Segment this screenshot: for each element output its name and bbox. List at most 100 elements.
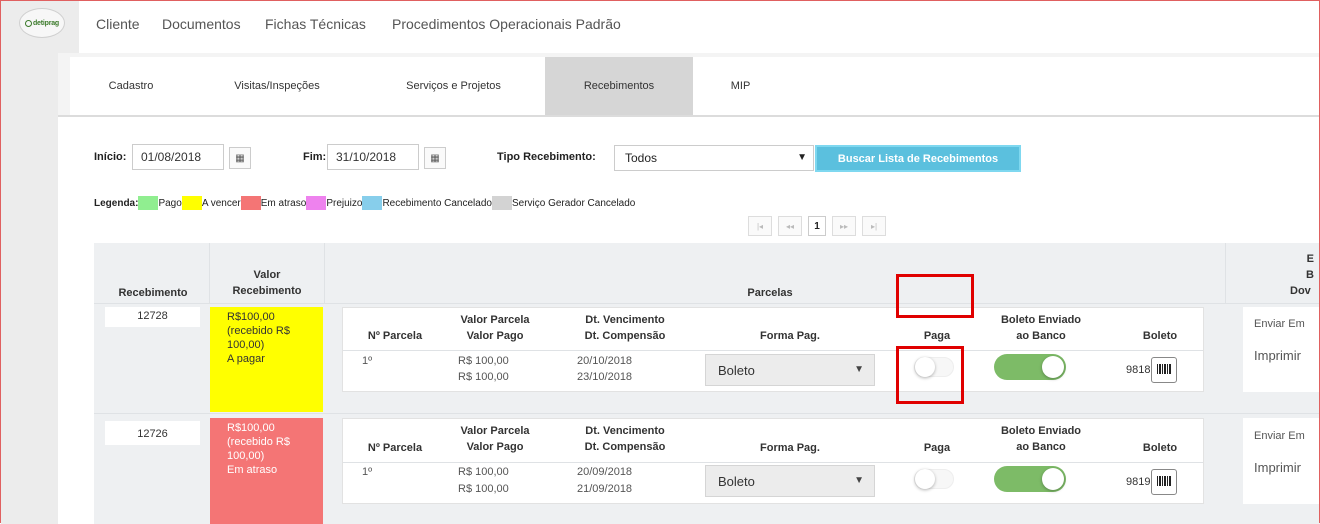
barcode-icon [1151, 357, 1178, 383]
tipo-recebimento-label: Tipo Recebimento: [497, 151, 596, 163]
toggle-knob [915, 469, 935, 489]
tipo-recebimento-select[interactable]: Todos ▼ [614, 145, 814, 171]
inicio-date-input[interactable]: 01/08/2018 [132, 144, 224, 170]
forma-pagamento-value: Boleto [718, 473, 755, 489]
header-valor-line2: Recebimento [232, 285, 302, 297]
inner-header-dt-line2: Dt. Compensão [584, 330, 666, 342]
recebimento-id: 12728 [105, 307, 200, 327]
buscar-recebimentos-button[interactable]: Buscar Lista de Recebimentos [815, 145, 1021, 172]
fim-date-input[interactable]: 31/10/2018 [327, 144, 419, 170]
legend-label-em-atraso: Em atraso [260, 197, 307, 209]
dt-vencimento: 20/09/2018 [577, 466, 633, 478]
valor-pago: R$ 100,00 [458, 371, 509, 383]
parcela-number: 1º [362, 466, 373, 478]
inner-header-divider [343, 350, 1203, 351]
inner-header-valor-line2: Valor Pago [466, 441, 524, 453]
pagination: |◂ ◂◂ 1 ▸▸ ▸| [748, 216, 886, 238]
logo[interactable]: detiprag [19, 8, 65, 38]
inner-header-forma: Forma Pag. [760, 442, 820, 454]
status-text: Em atraso [227, 464, 278, 476]
inner-header-forma: Forma Pag. [760, 330, 820, 342]
tab-recebimentos[interactable]: Recebimentos [545, 57, 693, 115]
tab-servicos-projetos[interactable]: Serviços e Projetos [362, 57, 545, 115]
boleto-link[interactable]: 9819 [1126, 469, 1178, 495]
chevron-down-icon: ▼ [854, 475, 864, 486]
valor-parcela: R$ 100,00 [458, 355, 509, 367]
legend-title: Legenda: [94, 197, 139, 209]
last-page-button[interactable]: ▸| [862, 216, 886, 236]
header-divider [94, 303, 1320, 304]
prev-page-button[interactable]: ◂◂ [778, 216, 802, 236]
nav-procedimentos[interactable]: Procedimentos Operacionais Padrão [392, 16, 621, 32]
legend-label-recebimento-cancelado: Recebimento Cancelado [382, 197, 492, 209]
dt-compensacao: 23/10/2018 [577, 371, 633, 383]
forma-pagamento-select[interactable]: Boleto ▼ [705, 354, 875, 386]
tab-mip[interactable]: MIP [693, 57, 788, 115]
valor-recebimento-cell: R$100,00 (recebido R$ 100,00) Em atraso [210, 418, 323, 524]
header-recebimento: Recebimento [118, 287, 188, 299]
logo-text: detiprag [32, 19, 59, 27]
inner-header-valor-line1: Valor Parcela [460, 314, 530, 326]
tab-cadastro[interactable]: Cadastro [70, 57, 192, 115]
parcela-number: 1º [362, 355, 373, 367]
tipo-recebimento-value: Todos [625, 151, 658, 165]
inicio-label: Início: [94, 151, 127, 163]
legend-swatch-a-vencer [181, 196, 202, 210]
forma-pagamento-value: Boleto [718, 362, 755, 378]
inner-header-enviado-line1: Boleto Enviado [1000, 314, 1082, 326]
imprimir-button[interactable]: Imprimir [1254, 460, 1301, 475]
chevron-down-icon: ▼ [854, 364, 864, 375]
inner-header-parcela: Nº Parcela [367, 442, 423, 454]
header-extra-line2: B [1306, 269, 1314, 281]
legend-swatch-servico-gerador-cancelado [491, 196, 512, 210]
inner-header-enviado-line2: ao Banco [1016, 330, 1066, 342]
calendar-icon[interactable]: ▦ [229, 147, 251, 169]
valor-line2: (recebido R$ [227, 436, 290, 448]
status-text: A pagar [227, 353, 265, 365]
forma-pagamento-select[interactable]: Boleto ▼ [705, 465, 875, 497]
enviar-email-button[interactable]: Enviar Em [1254, 318, 1305, 330]
nav-documentos[interactable]: Documentos [162, 16, 241, 32]
legend-swatch-pago [138, 196, 159, 210]
first-page-button[interactable]: |◂ [748, 216, 772, 236]
inner-header-dt-line1: Dt. Vencimento [585, 314, 665, 326]
enviar-email-button[interactable]: Enviar Em [1254, 430, 1305, 442]
fim-label: Fim: [303, 151, 327, 163]
inner-header-enviado-line1: Boleto Enviado [1000, 425, 1082, 437]
nav-fichas-tecnicas[interactable]: Fichas Técnicas [265, 16, 366, 32]
calendar-icon[interactable]: ▦ [424, 147, 446, 169]
inner-header-valor-line2: Valor Pago [466, 330, 524, 342]
next-page-button[interactable]: ▸▸ [832, 216, 856, 236]
boleto-enviado-toggle[interactable] [994, 354, 1066, 380]
tab-visitas-inspecoes[interactable]: Visitas/Inspeções [192, 57, 362, 115]
barcode-icon [1151, 469, 1178, 495]
inner-header-paga: Paga [923, 330, 951, 342]
valor-line3: 100,00) [227, 339, 265, 351]
valor-parcela: R$ 100,00 [458, 466, 509, 478]
nav-cliente[interactable]: Cliente [96, 16, 140, 32]
inner-header-valor-line1: Valor Parcela [460, 425, 530, 437]
paga-toggle[interactable] [914, 469, 954, 489]
boleto-enviado-toggle[interactable] [994, 466, 1066, 492]
inner-header-dt-line2: Dt. Compensão [584, 441, 666, 453]
legend-label-pago: Pago [158, 197, 182, 209]
dt-compensacao: 21/09/2018 [577, 483, 633, 495]
valor-line2: (recebido R$ [227, 325, 290, 337]
boleto-number: 9819 [1126, 476, 1151, 488]
inner-header-enviado-line2: ao Banco [1016, 441, 1066, 453]
header-extra-line1: E [1306, 253, 1314, 265]
inner-header-boleto: Boleto [1142, 442, 1178, 454]
current-page[interactable]: 1 [808, 216, 826, 236]
top-nav: Cliente Documentos Fichas Técnicas Proce… [79, 1, 1319, 53]
annotation-box [896, 346, 964, 404]
recebimento-id: 12726 [105, 421, 200, 445]
boleto-number: 9818 [1126, 364, 1151, 376]
inner-header-boleto: Boleto [1142, 330, 1178, 342]
tab-bar: Cadastro Visitas/Inspeções Serviços e Pr… [70, 57, 1320, 115]
boleto-link[interactable]: 9818 [1126, 357, 1178, 383]
imprimir-button[interactable]: Imprimir [1254, 348, 1301, 363]
valor-line1: R$100,00 [227, 311, 275, 323]
column-divider [1225, 243, 1226, 304]
header-extra-line3: Dov [1290, 285, 1311, 297]
header-valor-line1: Valor [253, 269, 281, 281]
